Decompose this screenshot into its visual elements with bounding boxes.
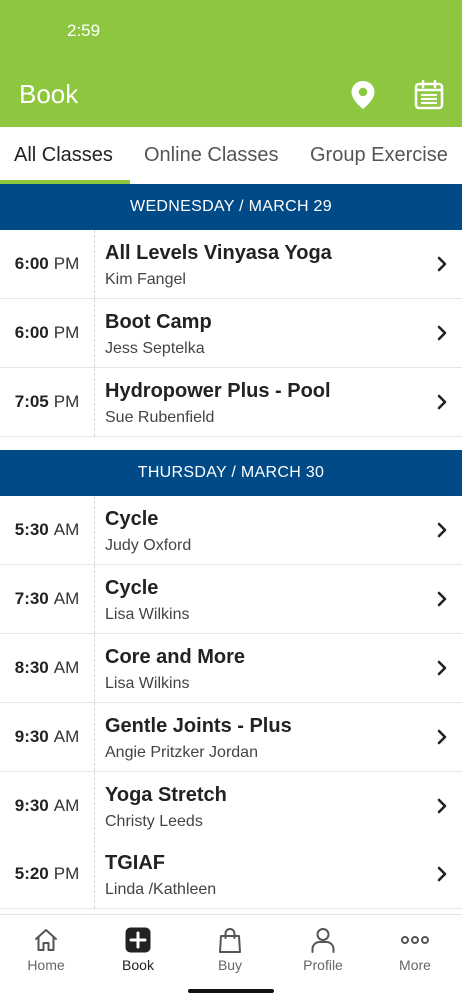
- class-instructor: Lisa Wilkins: [105, 675, 190, 692]
- class-time: 7:30 AM: [0, 565, 95, 633]
- class-time: 7:05 PM: [0, 368, 95, 436]
- calendar-icon: [414, 79, 444, 110]
- class-instructor: Lisa Wilkins: [105, 606, 190, 623]
- class-row[interactable]: 9:30 AM Yoga Stretch Christy Leeds: [0, 772, 462, 841]
- chevron-right-icon: [437, 660, 447, 676]
- class-row[interactable]: 5:30 AM Cycle Judy Oxford: [0, 496, 462, 565]
- class-name: Boot Camp: [105, 311, 212, 333]
- chevron-right-icon: [437, 325, 447, 341]
- class-row[interactable]: 9:30 AM Gentle Joints - Plus Angie Pritzk…: [0, 703, 462, 772]
- more-dots-icon: [401, 936, 429, 944]
- class-time: 9:30 AM: [0, 703, 95, 771]
- chevron-right-icon: [437, 866, 447, 882]
- nav-buy[interactable]: Buy: [184, 915, 276, 975]
- class-name: TGIAF: [105, 852, 165, 874]
- location-button[interactable]: [346, 78, 380, 112]
- class-instructor: Linda /Kathleen: [105, 881, 217, 898]
- nav-more[interactable]: More: [369, 915, 461, 975]
- status-time: 2:59: [67, 21, 101, 40]
- class-row[interactable]: 7:05 PM Hydropower Plus - Pool Sue Rubenf…: [0, 368, 462, 437]
- page-title: Book: [19, 79, 79, 109]
- class-instructor: Sue Rubenfield: [105, 409, 215, 426]
- home-indicator: [188, 989, 274, 993]
- chevron-right-icon: [437, 256, 447, 272]
- location-pin-icon: [351, 81, 375, 109]
- home-icon: [35, 929, 57, 951]
- class-row[interactable]: 6:00 PM Boot Camp Jess Septelka: [0, 299, 462, 368]
- class-time: 6:00 PM: [0, 299, 95, 367]
- class-name: All Levels Vinyasa Yoga: [105, 242, 332, 264]
- chevron-right-icon: [437, 394, 447, 410]
- chevron-right-icon: [437, 522, 447, 538]
- class-instructor: Jess Septelka: [105, 340, 205, 357]
- tab-all-classes[interactable]: All Classes: [14, 127, 113, 184]
- class-name: Hydropower Plus - Pool: [105, 380, 331, 402]
- class-name: Cycle: [105, 508, 159, 530]
- person-icon: [311, 928, 335, 953]
- calendar-button[interactable]: [412, 78, 446, 112]
- nav-home[interactable]: Home: [0, 915, 92, 975]
- bottom-navigation: Home Book Buy Profile More: [0, 914, 462, 1000]
- class-filter-tabs: All Classes Online Classes Group Exercis…: [0, 127, 462, 184]
- class-instructor: Christy Leeds: [105, 813, 203, 830]
- chevron-right-icon: [437, 729, 447, 745]
- class-row[interactable]: 6:00 PM All Levels Vinyasa Yoga Kim Fange…: [0, 230, 462, 299]
- tab-group-exercise[interactable]: Group Exercise: [310, 127, 448, 184]
- chevron-right-icon: [437, 591, 447, 607]
- class-instructor: Angie Pritzker Jordan: [105, 744, 258, 761]
- class-name: Yoga Stretch: [105, 784, 227, 806]
- class-name: Core and More: [105, 646, 246, 668]
- class-time: 8:30 AM: [0, 634, 95, 702]
- class-name: Cycle: [105, 577, 159, 599]
- class-instructor: Judy Oxford: [105, 537, 192, 554]
- class-row[interactable]: 8:30 AM Core and More Lisa Wilkins: [0, 634, 462, 703]
- chevron-right-icon: [437, 798, 447, 814]
- day-header-thursday: THURSDAY / MARCH 30: [0, 450, 462, 496]
- class-row[interactable]: 7:30 AM Cycle Lisa Wilkins: [0, 565, 462, 634]
- tab-online-classes[interactable]: Online Classes: [144, 127, 279, 184]
- class-row[interactable]: 5:20 PM TGIAF Linda /Kathleen: [0, 840, 462, 909]
- shopping-bag-icon: [219, 928, 241, 953]
- class-time: 5:20 PM: [0, 840, 95, 908]
- class-name: Gentle Joints - Plus: [105, 715, 292, 737]
- day-header-wednesday: WEDNESDAY / MARCH 29: [0, 184, 462, 230]
- class-time: 9:30 AM: [0, 772, 95, 840]
- plus-square-icon: [125, 927, 151, 953]
- nav-book[interactable]: Book: [92, 915, 184, 975]
- app-header: 2:59 Book: [0, 0, 462, 127]
- class-instructor: Kim Fangel: [105, 271, 186, 288]
- class-time: 6:00 PM: [0, 230, 95, 298]
- class-time: 5:30 AM: [0, 496, 95, 564]
- nav-profile[interactable]: Profile: [277, 915, 369, 975]
